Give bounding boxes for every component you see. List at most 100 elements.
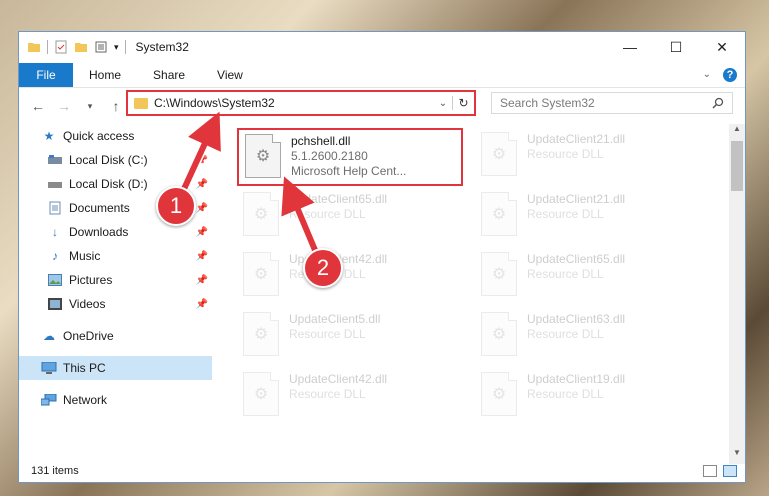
- back-button[interactable]: ←: [27, 95, 49, 117]
- details-view-icon[interactable]: [703, 465, 717, 477]
- close-button[interactable]: ✕: [699, 32, 745, 62]
- sidebar-item-local-disk-c[interactable]: Local Disk (C:) 📌: [19, 148, 212, 172]
- address-path[interactable]: C:\Windows\System32: [154, 96, 434, 110]
- title-bar: ▾ System32 — ☐ ✕: [19, 32, 745, 62]
- dll-gear-icon: ⚙: [481, 372, 517, 416]
- file-version: 5.1.2600.2180: [291, 149, 368, 163]
- status-bar: 131 items: [19, 460, 745, 482]
- minimize-button[interactable]: —: [607, 32, 653, 62]
- navigation-pane: ★ Quick access Local Disk (C:) 📌 Local D…: [19, 124, 212, 454]
- sidebar-item-label: Videos: [69, 297, 106, 311]
- file-item[interactable]: ⚙ UpdateClient21.dll Resource DLL: [475, 128, 701, 186]
- drive-icon: [47, 153, 63, 167]
- forward-button[interactable]: →: [53, 95, 75, 117]
- pin-icon[interactable]: 📌: [196, 155, 208, 166]
- pictures-icon: [47, 273, 63, 287]
- dll-gear-icon: ⚙: [243, 312, 279, 356]
- videos-icon: [47, 297, 63, 311]
- documents-icon: [47, 201, 63, 215]
- search-placeholder: Search System32: [500, 96, 595, 110]
- sidebar-item-pictures[interactable]: Pictures 📌: [19, 268, 212, 292]
- refresh-icon[interactable]: ↻: [452, 96, 474, 110]
- file-description: Resource DLL: [289, 327, 366, 341]
- tab-view[interactable]: View: [201, 63, 259, 87]
- file-item[interactable]: ⚙ UpdateClient63.dll Resource DLL: [475, 308, 701, 366]
- view-toggles: [703, 465, 745, 477]
- pin-icon[interactable]: 📌: [196, 251, 208, 262]
- file-description: Microsoft Help Cent...: [291, 164, 407, 178]
- file-item[interactable]: ⚙ UpdateClient21.dll Resource DLL: [475, 188, 701, 246]
- quick-access-toolbar: ▾: [19, 40, 126, 54]
- folder-icon: [134, 97, 148, 109]
- sidebar-item-label: Quick access: [63, 129, 135, 143]
- sidebar-item-label: This PC: [63, 361, 106, 375]
- item-count: 131 items: [31, 465, 79, 477]
- scroll-thumb[interactable]: [731, 141, 743, 191]
- file-description: Resource DLL: [527, 327, 604, 341]
- file-description: Resource DLL: [527, 147, 604, 161]
- maximize-button[interactable]: ☐: [653, 32, 699, 62]
- file-item[interactable]: ⚙ UpdateClient42.dllResource DLL: [237, 248, 463, 306]
- file-item[interactable]: ⚙ UpdateClient65.dll Resource DLL: [475, 248, 701, 306]
- window-title: System32: [135, 40, 189, 54]
- customize-toolbar-icon[interactable]: [94, 40, 108, 54]
- dll-gear-icon: ⚙: [243, 192, 279, 236]
- file-name: pchshell.dll: [291, 134, 351, 148]
- sidebar-item-network[interactable]: Network: [19, 388, 212, 412]
- dll-gear-icon: ⚙: [243, 372, 279, 416]
- tab-file[interactable]: File: [19, 62, 73, 87]
- help-icon[interactable]: ?: [723, 67, 737, 82]
- star-icon: ★: [43, 129, 55, 143]
- dll-gear-icon: ⚙: [245, 134, 281, 178]
- sidebar-item-onedrive[interactable]: ☁ OneDrive: [19, 324, 212, 348]
- file-description: Resource DLL: [289, 207, 366, 221]
- file-name: UpdateClient65.dll: [527, 252, 626, 266]
- file-item[interactable]: ⚙ UpdateClient42.dllResource DLL: [237, 368, 463, 426]
- file-item-pchshell[interactable]: ⚙ pchshell.dll 5.1.2600.2180 Microsoft H…: [237, 128, 463, 186]
- expand-ribbon-icon[interactable]: ⌄: [703, 69, 711, 80]
- file-list: ⚙ pchshell.dll 5.1.2600.2180 Microsoft H…: [231, 124, 729, 454]
- scroll-up-icon[interactable]: ▲: [729, 124, 745, 140]
- search-icon[interactable]: [712, 97, 724, 109]
- dll-gear-icon: ⚙: [481, 132, 517, 176]
- vertical-scrollbar[interactable]: ▲ ▼: [729, 124, 745, 464]
- up-button[interactable]: ↑: [105, 95, 127, 117]
- sidebar-item-label: Downloads: [69, 225, 129, 239]
- sidebar-item-this-pc[interactable]: This PC: [19, 356, 212, 380]
- recent-locations-icon[interactable]: ▾: [79, 95, 101, 117]
- pin-icon[interactable]: 📌: [196, 227, 208, 238]
- sidebar-item-videos[interactable]: Videos 📌: [19, 292, 212, 316]
- large-icons-view-icon[interactable]: [723, 465, 737, 477]
- dll-gear-icon: ⚙: [481, 312, 517, 356]
- pin-icon[interactable]: 📌: [196, 203, 208, 214]
- tab-home[interactable]: Home: [73, 63, 137, 87]
- sidebar-item-label: Documents: [69, 201, 130, 215]
- pin-icon[interactable]: 📌: [196, 299, 208, 310]
- pin-icon[interactable]: 📌: [196, 179, 208, 190]
- file-item[interactable]: ⚙ UpdateClient19.dll Resource DLL: [475, 368, 701, 426]
- file-name: UpdateClient5.dll: [289, 312, 381, 326]
- file-item[interactable]: ⚙ UpdateClient5.dll Resource DLL: [237, 308, 463, 366]
- pin-icon[interactable]: 📌: [196, 275, 208, 286]
- address-bar[interactable]: C:\Windows\System32 ⌄ ↻: [126, 90, 476, 116]
- sidebar-item-music[interactable]: ♪ Music 📌: [19, 244, 212, 268]
- dropdown-arrow-icon[interactable]: ▾: [114, 42, 119, 53]
- properties-icon[interactable]: [54, 40, 68, 54]
- new-folder-icon[interactable]: [74, 40, 88, 54]
- downloads-icon: ↓: [52, 225, 58, 239]
- file-description: Resource DLL: [289, 387, 366, 401]
- file-description: Resource DLL: [527, 267, 604, 281]
- folder-icon[interactable]: [27, 40, 41, 54]
- toolbar-divider: [124, 40, 126, 54]
- computer-icon: [41, 361, 57, 375]
- file-item[interactable]: ⚙ UpdateClient65.dll Resource DLL: [237, 188, 463, 246]
- dll-gear-icon: ⚙: [481, 252, 517, 296]
- sidebar-item-quick-access[interactable]: ★ Quick access: [19, 124, 212, 148]
- sidebar-item-label: Local Disk (D:): [69, 177, 148, 191]
- chevron-down-icon[interactable]: ⌄: [434, 98, 452, 109]
- search-input[interactable]: Search System32: [491, 92, 733, 114]
- tab-share[interactable]: Share: [137, 63, 201, 87]
